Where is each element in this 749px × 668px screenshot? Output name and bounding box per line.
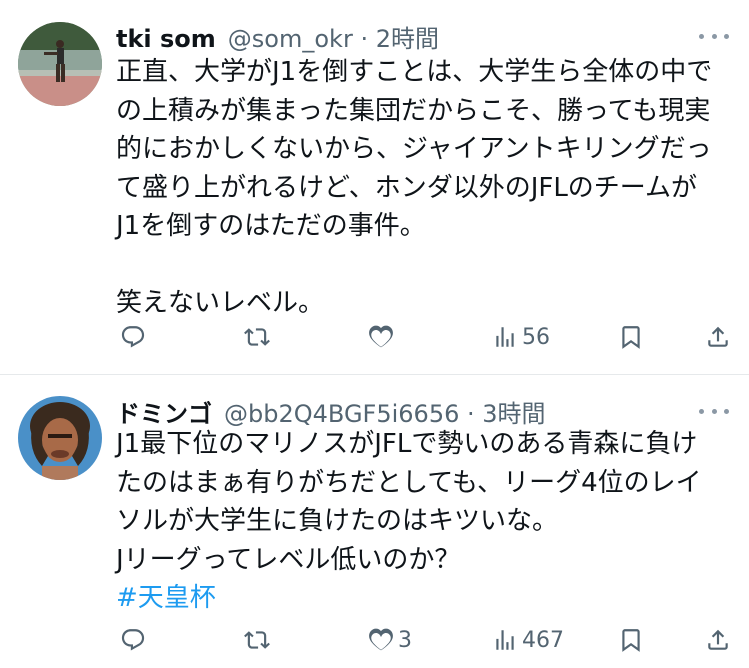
share-icon	[708, 326, 728, 347]
hashtag-link[interactable]: #天皇杯	[116, 579, 736, 618]
avatar[interactable]	[18, 22, 102, 106]
more-icon[interactable]	[699, 26, 729, 46]
tweet-text-line: 的におかしくないから、ジャイアントキリングだっ	[116, 134, 712, 164]
bookmark-icon	[622, 326, 640, 349]
view-count: 467	[522, 627, 564, 653]
tweet-actions: 56	[116, 322, 736, 352]
tweet-text-line: J1を倒すのはただの事件。	[116, 211, 426, 241]
heart-icon	[369, 325, 393, 348]
share-button[interactable]	[705, 322, 731, 352]
share-button[interactable]	[705, 625, 731, 655]
views-icon	[496, 630, 514, 650]
views-icon	[496, 327, 514, 347]
tweet-text: 正直、大学がJ1を倒すことは、大学生ら全体の中で の上積みが集まった集団だからこ…	[116, 53, 736, 323]
tweet-actions: 3 467	[116, 625, 736, 655]
view-count: 56	[522, 324, 550, 350]
like-button[interactable]: 3	[368, 625, 412, 655]
bookmark-button[interactable]	[618, 625, 644, 655]
retweet-button[interactable]	[244, 625, 274, 655]
tweet-text: J1最下位のマリノスがJFLで勢いのある青森に負け たのはまぁ有りがちだとしても…	[116, 425, 736, 618]
tweet-text-line: J1最下位のマリノスがJFLで勢いのある青森に負け	[116, 429, 698, 459]
tweet-header: ドミンゴ @bb2Q4BGF5i6656 · 3時間	[116, 394, 546, 428]
display-name[interactable]: ドミンゴ	[116, 394, 212, 429]
tweet-text-line: て盛り上がれるけど、ホンダ以外のJFLのチームが	[116, 172, 698, 203]
tweet-text-line: ソルが大学生に負けたのはキツいな。	[116, 506, 559, 536]
tweet-text-line: 笑えないレベル。	[116, 288, 325, 318]
tweet-header: tki som @som_okr · 2時間	[116, 19, 439, 53]
like-count: 3	[398, 627, 412, 653]
display-name[interactable]: tki som	[116, 25, 216, 53]
retweet-button[interactable]	[244, 322, 274, 352]
bookmark-button[interactable]	[618, 322, 644, 352]
tweet-text-line: たのはまぁ有りがちだとしても、リーグ4位のレイ	[116, 467, 702, 498]
tweet-text-line: 正直、大学がJ1を倒すことは、大学生ら全体の中で	[116, 57, 713, 87]
share-icon	[708, 629, 728, 650]
reply-icon	[121, 326, 145, 348]
tweet-text-line: の上積みが集まった集団だからこそ、勝っても現実	[116, 95, 711, 126]
like-button[interactable]	[368, 322, 398, 352]
bookmark-icon	[622, 629, 640, 652]
retweet-icon	[244, 328, 270, 346]
tweet-text-line: Jリーグってレベル低いのか？	[116, 544, 461, 575]
handle-and-time[interactable]: @som_okr · 2時間	[228, 19, 439, 54]
retweet-icon	[244, 631, 270, 649]
views-button[interactable]: 56	[492, 322, 550, 352]
avatar[interactable]	[18, 396, 102, 480]
reply-button[interactable]	[120, 625, 150, 655]
reply-button[interactable]	[120, 322, 150, 352]
views-button[interactable]: 467	[492, 625, 564, 655]
heart-icon	[369, 628, 393, 651]
more-icon[interactable]	[699, 401, 729, 421]
handle-and-time[interactable]: @bb2Q4BGF5i6656 · 3時間	[224, 394, 546, 429]
reply-icon	[121, 629, 145, 651]
